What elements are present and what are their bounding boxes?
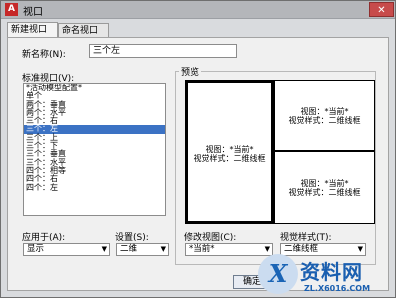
new-name-label: 新名称(N): (22, 50, 66, 60)
apply-to-label: 应用于(A): (22, 233, 66, 243)
pane-view-text: 视图：*当前* (300, 107, 349, 116)
dropdown-arrow-icon: ▼ (101, 245, 107, 253)
setup-label: 设置(S): (115, 233, 149, 243)
title-bar[interactable]: A 视口 ✕ (1, 1, 395, 19)
setup-select[interactable]: 二维 ▼ (116, 243, 169, 256)
preview-pane-left[interactable]: 视图：*当前* 视觉样式：二维线框 (186, 81, 273, 223)
list-item[interactable]: 四个：左 (24, 183, 165, 192)
apply-to-select[interactable]: 显示 ▼ (23, 243, 110, 256)
pane-view-text: 视图：*当前* (205, 145, 254, 154)
tab-new-viewports[interactable]: 新建视口 (7, 22, 58, 38)
visual-style-value: 二维线框 (284, 244, 319, 254)
pane-view-text: 视图：*当前* (300, 179, 349, 188)
new-name-input[interactable]: 三个左 (89, 44, 237, 58)
preview-area: 视图：*当前* 视觉样式：二维线框 视图：*当前* 视觉样式：二维线框 视图：*… (185, 80, 375, 224)
preview-pane-bottom-right[interactable]: 视图：*当前* 视觉样式：二维线框 (275, 152, 374, 223)
pane-style-text: 视觉样式：二维线框 (288, 188, 361, 197)
preview-label: 预览 (179, 65, 202, 78)
autocad-logo-icon: A (5, 3, 18, 16)
list-item[interactable]: *活动模型配置* (24, 84, 165, 92)
setup-value: 二维 (120, 244, 138, 254)
watermark-title: 资料网 (300, 260, 363, 284)
window-title: 视口 (23, 7, 43, 18)
site-watermark: X 资料网 ZL.X6016.COM (258, 254, 394, 298)
change-view-value: *当前* (189, 244, 215, 254)
preview-pane-top-right[interactable]: 视图：*当前* 视觉样式：二维线框 (275, 81, 374, 150)
change-view-label: 修改视图(C): (184, 233, 237, 243)
pane-style-text: 视觉样式：二维线框 (193, 154, 266, 163)
close-button[interactable]: ✕ (369, 2, 394, 17)
pane-style-text: 视觉样式：二维线框 (288, 116, 361, 125)
visual-style-label: 视觉样式(T): (280, 233, 332, 243)
standard-viewports-list[interactable]: *活动模型配置* 单个 两个：垂直 两个：水平 三个：右 三个：左 三个：上 三… (23, 83, 166, 216)
tab-named-viewports[interactable]: 命名视口 (58, 23, 109, 38)
watermark-url: ZL.X6016.COM (304, 284, 371, 293)
apply-to-value: 显示 (27, 244, 45, 254)
watermark-logo-icon: X (258, 254, 298, 294)
dropdown-arrow-icon: ▼ (160, 245, 166, 253)
